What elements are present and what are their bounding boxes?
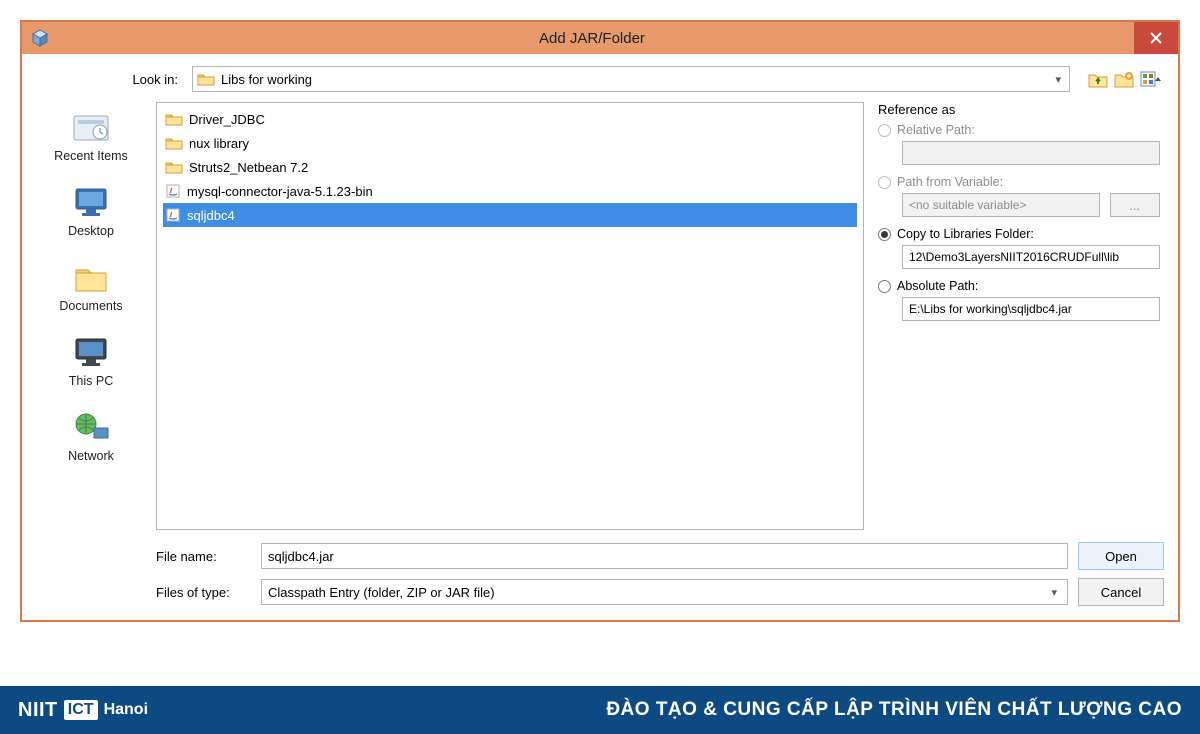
place-documents[interactable]: Documents [59, 260, 122, 313]
cancel-button[interactable]: Cancel [1078, 578, 1164, 606]
place-this-pc[interactable]: This PC [69, 335, 113, 388]
file-list-pane[interactable]: Driver_JDBCnux library Struts2_Netbean 7.… [156, 102, 864, 530]
footer-tagline: ĐÀO TẠO & CUNG CẤP LẬP TRÌNH VIÊN CHẤT L… [606, 699, 1182, 721]
folder-icon [165, 112, 183, 126]
file-item[interactable]: Driver_JDBC [163, 107, 857, 131]
view-mode-icon[interactable] [1140, 70, 1164, 88]
app-cube-icon [30, 28, 50, 48]
filetype-dropdown[interactable]: Classpath Entry (folder, ZIP or JAR file… [261, 579, 1068, 605]
file-item[interactable]: nux library [163, 131, 857, 155]
chevron-down-icon: ▾ [1047, 586, 1061, 599]
folder-icon [165, 160, 183, 174]
add-jar-dialog: Add JAR/Folder Look in: Libs for working… [20, 20, 1180, 622]
chevron-down-icon: ▾ [1051, 73, 1065, 86]
radio-absolute-path[interactable]: Absolute Path: [878, 279, 1164, 293]
reference-panel: Reference as Relative Path: Path from Va… [874, 102, 1164, 530]
variable-path-field [902, 193, 1100, 217]
file-item-label: sqljdbc4 [187, 208, 235, 223]
variable-browse-button: ... [1110, 193, 1160, 217]
file-item[interactable]: mysql-connector-java-5.1.23-bin [163, 179, 857, 203]
jar-icon [165, 207, 181, 223]
absolute-path-field[interactable] [902, 297, 1160, 321]
reference-title: Reference as [878, 102, 1164, 117]
radio-relative-path: Relative Path: [878, 123, 1164, 137]
file-item[interactable]: sqljdbc4 [163, 203, 857, 227]
folder-icon [197, 72, 215, 86]
place-network[interactable]: Network [68, 410, 114, 463]
radio-icon [878, 228, 891, 241]
copy-path-field[interactable] [902, 245, 1160, 269]
lookin-label: Look in: [36, 72, 184, 87]
jar-icon [165, 183, 181, 199]
niit-logo: NIIT ICT Hanoi [18, 699, 148, 722]
radio-copy-to-libraries[interactable]: Copy to Libraries Folder: [878, 227, 1164, 241]
radio-icon [878, 124, 891, 137]
titlebar: Add JAR/Folder [22, 22, 1178, 54]
close-button[interactable] [1134, 22, 1178, 54]
file-item-label: Driver_JDBC [189, 112, 265, 127]
new-folder-icon[interactable] [1114, 70, 1134, 88]
filename-label: File name: [156, 549, 251, 564]
relative-path-field [902, 141, 1160, 165]
place-desktop[interactable]: Desktop [68, 185, 114, 238]
dialog-title: Add JAR/Folder [50, 30, 1134, 47]
up-folder-icon[interactable] [1088, 70, 1108, 88]
file-item-label: Struts2_Netbean 7.2 [189, 160, 308, 175]
filename-field[interactable]: sqljdbc4.jar [261, 543, 1068, 569]
filetype-label: Files of type: [156, 585, 251, 600]
file-item-label: nux library [189, 136, 249, 151]
radio-icon [878, 176, 891, 189]
lookin-dropdown[interactable]: Libs for working ▾ [192, 66, 1070, 92]
folder-icon [165, 136, 183, 150]
radio-icon [878, 280, 891, 293]
file-item-label: mysql-connector-java-5.1.23-bin [187, 184, 373, 199]
page-footer: NIIT ICT Hanoi ĐÀO TẠO & CUNG CẤP LẬP TR… [0, 686, 1200, 734]
file-item[interactable]: Struts2_Netbean 7.2 [163, 155, 857, 179]
open-button[interactable]: Open [1078, 542, 1164, 570]
place-recent-items[interactable]: Recent Items [54, 110, 128, 163]
places-bar: Recent Items Desktop Documents This PC [36, 102, 146, 530]
radio-path-from-variable: Path from Variable: [878, 175, 1164, 189]
lookin-value: Libs for working [221, 72, 1051, 87]
